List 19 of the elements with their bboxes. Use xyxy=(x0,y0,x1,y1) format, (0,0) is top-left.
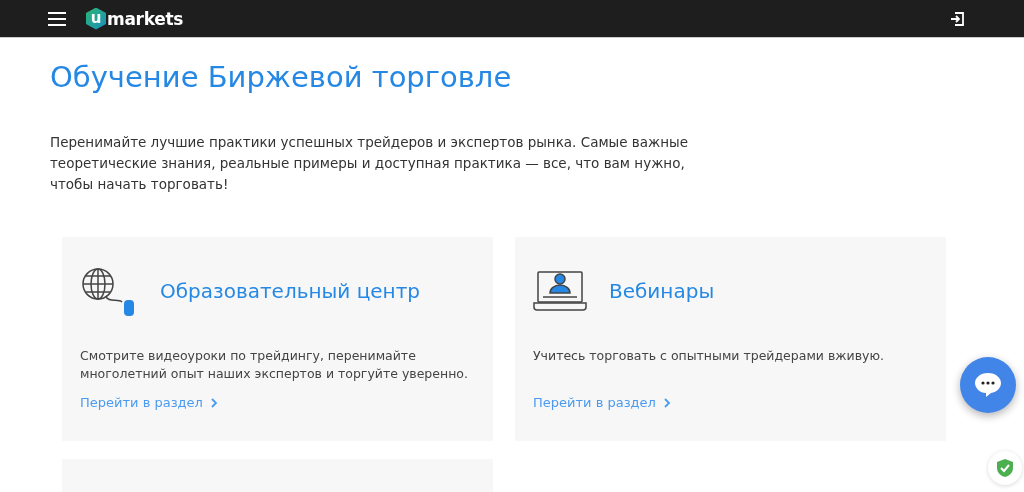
laptop-person-icon xyxy=(533,269,587,313)
logo-mark[interactable]: u xyxy=(86,7,106,30)
card-title: Вебинары xyxy=(609,279,715,303)
card-text: Учитесь торговать с опытными трейдерами вживую. xyxy=(533,347,885,365)
intro-text: Перенимайте лучшие практики успешных трейдеров и экспертов рынка. Самые важные теоретические знания, реальные примеры и доступная практика — все, что вам нужно, чтобы начать торговать! xyxy=(50,133,690,194)
login-icon[interactable] xyxy=(950,11,964,26)
logo-text[interactable]: markets xyxy=(107,8,184,29)
card-title: Образовательный центр xyxy=(160,279,421,303)
section-link[interactable]: Перейти в раздел xyxy=(80,395,218,410)
chat-bubble-icon xyxy=(973,371,1003,399)
menu-icon[interactable] xyxy=(48,11,66,26)
chat-button[interactable] xyxy=(960,357,1016,413)
shield-badge[interactable] xyxy=(988,451,1022,485)
section-link[interactable]: Перейти в раздел xyxy=(533,395,671,410)
page-title: Обучение Биржевой торговле xyxy=(50,60,513,94)
chevron-icon xyxy=(663,397,671,408)
card-text: Смотрите видеоуроки по трейдингу, перенимайте многолетний опыт наших экспертов и торгуйте уверенно. xyxy=(80,347,469,383)
chevron-icon xyxy=(210,397,218,408)
shield-check-icon xyxy=(996,458,1014,478)
